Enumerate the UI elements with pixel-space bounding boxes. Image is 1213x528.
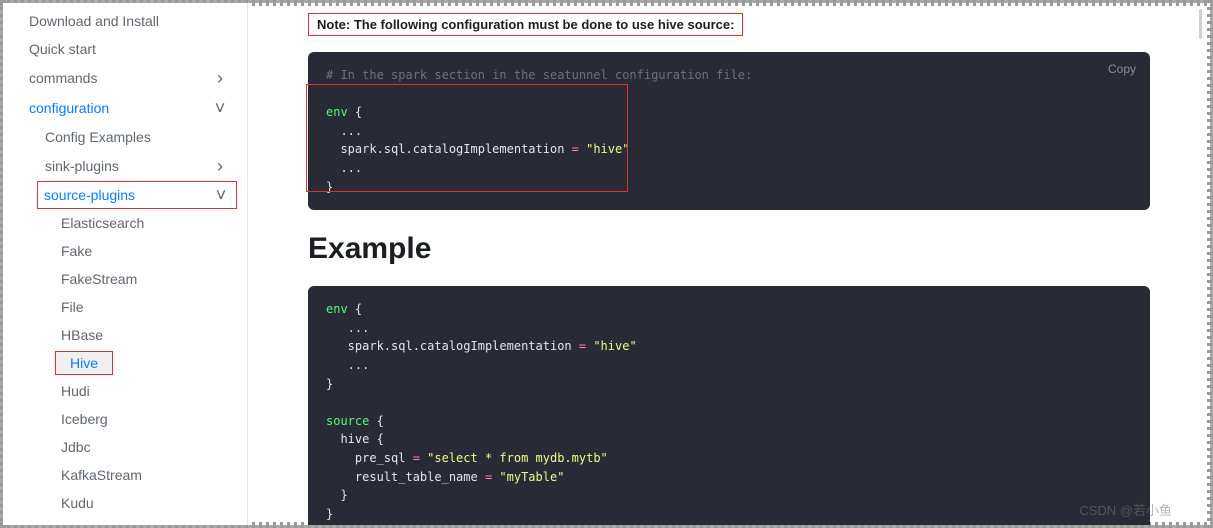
brace: }: [326, 507, 333, 521]
code-line: pre_sql: [326, 451, 413, 465]
sidebar-item-hbase[interactable]: HBase: [3, 321, 247, 349]
sidebar-item-label: Config Examples: [45, 129, 229, 145]
sidebar-item-kafkastream[interactable]: KafkaStream: [3, 461, 247, 489]
brace: {: [348, 105, 362, 119]
code-comment: # In the spark section in the seatunnel …: [326, 68, 752, 82]
sidebar-item-source-plugins[interactable]: source-plugins˅: [37, 181, 237, 209]
sidebar-item-configuration[interactable]: configuration˅: [3, 93, 247, 123]
sidebar-item-label: HBase: [61, 327, 229, 343]
watermark: CSDN @若小鱼: [1079, 500, 1172, 519]
code-line: ...: [326, 124, 362, 138]
sidebar-item-commands[interactable]: commands›: [3, 63, 247, 93]
chevron-down-icon: ˅: [212, 186, 230, 204]
note-highlight: Note: The following configuration must b…: [308, 13, 743, 36]
code-block-2-wrap: env { ... spark.sql.catalogImplementatio…: [308, 286, 1150, 525]
code-line: result_table_name: [326, 470, 485, 484]
sidebar: Download and InstallQuick startcommands›…: [3, 3, 248, 525]
sidebar-item-config-examples[interactable]: Config Examples: [3, 123, 247, 151]
code-line: spark.sql.catalogImplementation: [326, 339, 579, 353]
brace: {: [369, 414, 383, 428]
code-block-2: env { ... spark.sql.catalogImplementatio…: [308, 286, 1150, 525]
sidebar-item-label: Download and Install: [29, 13, 229, 29]
sidebar-item-fakestream[interactable]: FakeStream: [3, 265, 247, 293]
string: "hive": [579, 142, 630, 156]
operator: =: [413, 451, 420, 465]
code-block-1: # In the spark section in the seatunnel …: [308, 52, 1150, 210]
chevron-down-icon: ˅: [211, 99, 229, 117]
brace: }: [326, 488, 348, 502]
code-line: hive {: [326, 432, 384, 446]
sidebar-item-label: Quick start: [29, 41, 229, 57]
sidebar-item-mongodb[interactable]: MongoDb: [3, 517, 247, 525]
chevron-right-icon: ›: [211, 157, 229, 175]
sidebar-item-elasticsearch[interactable]: Elasticsearch: [3, 209, 247, 237]
sidebar-item-label: Iceberg: [61, 411, 229, 427]
sidebar-item-label: configuration: [29, 100, 211, 116]
main-content: Note: The following configuration must b…: [248, 3, 1210, 525]
sidebar-item-label: Elasticsearch: [61, 215, 229, 231]
string: "myTable": [492, 470, 564, 484]
code-line: ...: [326, 321, 369, 335]
sidebar-item-label: sink-plugins: [45, 158, 211, 174]
code-keyword: source: [326, 414, 369, 428]
sidebar-item-iceberg[interactable]: Iceberg: [3, 405, 247, 433]
sidebar-item-label: Jdbc: [61, 439, 229, 455]
string: "hive": [586, 339, 637, 353]
operator: =: [572, 142, 579, 156]
sidebar-item-download-and-install[interactable]: Download and Install: [3, 7, 247, 35]
sidebar-item-hudi[interactable]: Hudi: [3, 377, 247, 405]
example-heading: Example: [308, 232, 1150, 266]
brace: {: [348, 302, 362, 316]
scrollbar[interactable]: [1199, 9, 1202, 39]
code-line: spark.sql.catalogImplementation: [326, 142, 572, 156]
sidebar-item-label: KafkaStream: [61, 467, 229, 483]
sidebar-item-fake[interactable]: Fake: [3, 237, 247, 265]
sidebar-item-label: Fake: [61, 243, 229, 259]
code-line: ...: [326, 358, 369, 372]
code-block-1-wrap: # In the spark section in the seatunnel …: [308, 52, 1150, 210]
sidebar-item-label: source-plugins: [44, 187, 212, 203]
sidebar-item-label: commands: [29, 70, 211, 86]
sidebar-item-label: Hudi: [61, 383, 229, 399]
copy-button[interactable]: Copy: [1108, 62, 1136, 76]
sidebar-item-label: FakeStream: [61, 271, 229, 287]
sidebar-item-label: MongoDb: [61, 523, 229, 525]
sidebar-item-label: Kudu: [61, 495, 229, 511]
brace: }: [326, 377, 333, 391]
string: "select * from mydb.mytb": [420, 451, 608, 465]
code-line: ...: [326, 161, 362, 175]
code-keyword: env: [326, 302, 348, 316]
sidebar-item-quick-start[interactable]: Quick start: [3, 35, 247, 63]
sidebar-item-sink-plugins[interactable]: sink-plugins›: [3, 151, 247, 181]
brace: }: [326, 180, 333, 194]
sidebar-item-file[interactable]: File: [3, 293, 247, 321]
chevron-right-icon: ›: [211, 69, 229, 87]
sidebar-item-jdbc[interactable]: Jdbc: [3, 433, 247, 461]
sidebar-item-hive[interactable]: Hive: [55, 351, 113, 375]
sidebar-item-kudu[interactable]: Kudu: [3, 489, 247, 517]
sidebar-item-label: File: [61, 299, 229, 315]
code-keyword: env: [326, 105, 348, 119]
